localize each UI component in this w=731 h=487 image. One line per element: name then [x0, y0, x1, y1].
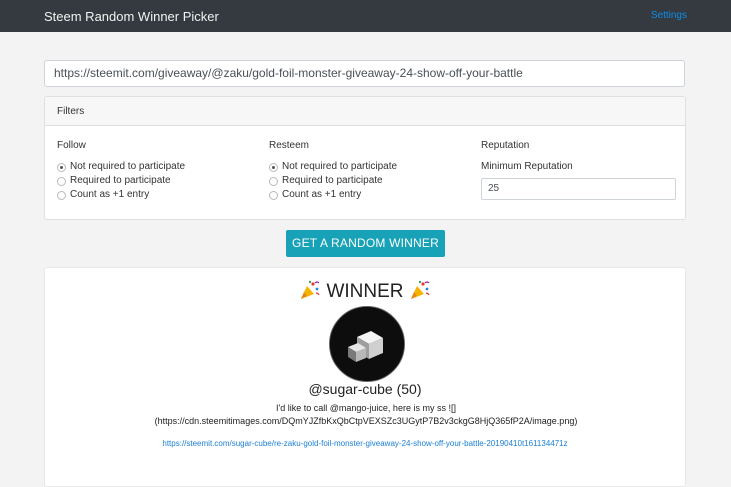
winner-avatar[interactable] — [329, 306, 405, 382]
winner-heading: WINNER — [45, 280, 685, 303]
filters-panel: Filters Follow Not required to participa… — [44, 96, 686, 220]
winner-card: WINNER @sugar-cube (50) I'd like to call… — [44, 267, 686, 487]
settings-link[interactable]: Settings — [651, 10, 687, 21]
radio-checked-icon[interactable] — [269, 163, 278, 172]
option-label: Count as +1 entry — [282, 189, 362, 200]
filters-title: Filters — [57, 106, 85, 117]
option-label: Not required to participate — [70, 161, 186, 172]
radio-checked-icon[interactable] — [57, 163, 66, 172]
winner-title: WINNER — [326, 281, 404, 302]
radio-unchecked-icon[interactable] — [269, 177, 278, 186]
party-popper-icon — [301, 280, 320, 299]
top-navbar: Steem Random Winner Picker Settings — [0, 0, 731, 32]
follow-label: Follow — [57, 140, 86, 151]
resteem-label: Resteem — [269, 140, 310, 151]
sugar-cube-avatar-image — [330, 307, 404, 381]
winner-comment-link[interactable]: https://steemit.com/sugar-cube/re-zaku-g… — [45, 439, 685, 448]
option-label: Count as +1 entry — [70, 189, 150, 200]
app-title[interactable]: Steem Random Winner Picker — [44, 9, 219, 24]
radio-unchecked-icon[interactable] — [269, 191, 278, 200]
radio-unchecked-icon[interactable] — [57, 177, 66, 186]
party-popper-icon — [410, 280, 430, 299]
radio-unchecked-icon[interactable] — [57, 191, 66, 200]
winner-comment: I'd like to call @mango-juice, here is m… — [125, 402, 607, 428]
option-label: Required to participate — [282, 175, 383, 186]
comment-line: (https://cdn.steemitimages.com/DQmYJZfbK… — [154, 416, 578, 426]
winner-username: @sugar-cube (50) — [308, 381, 422, 397]
comment-line: I'd like to call @mango-juice, here is m… — [276, 403, 456, 413]
option-label: Required to participate — [70, 175, 171, 186]
get-random-winner-button[interactable]: GET A RANDOM WINNER — [286, 230, 445, 257]
post-url-input[interactable]: https://steemit.com/giveaway/@zaku/gold-… — [44, 60, 685, 87]
filters-header: Filters — [45, 97, 685, 126]
minimum-reputation-input[interactable]: 25 — [481, 178, 676, 200]
option-label: Not required to participate — [282, 161, 398, 172]
reputation-label: Reputation — [481, 140, 530, 151]
minimum-reputation-label: Minimum Reputation — [481, 161, 573, 172]
